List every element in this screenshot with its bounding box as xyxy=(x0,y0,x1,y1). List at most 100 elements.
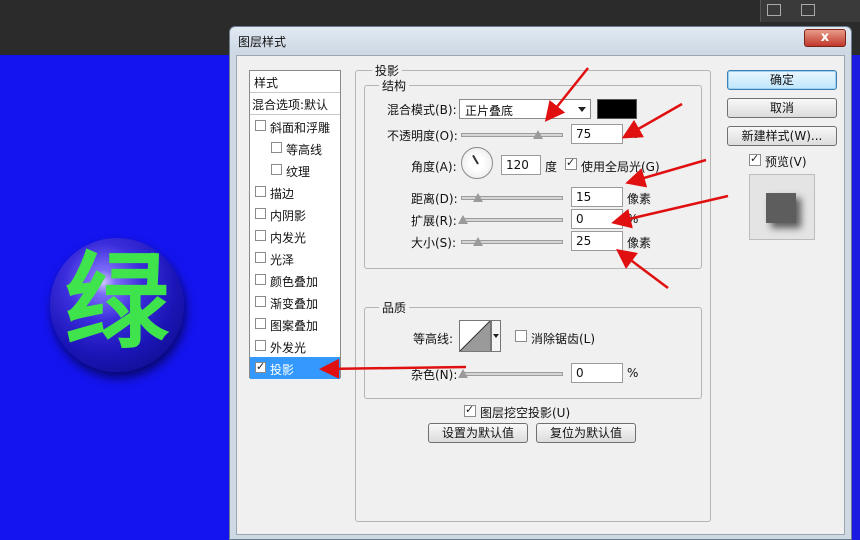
structure-group: 结构 混合模式(B): 正片叠底 不透明度(O): 75 % 角度(A): 12… xyxy=(364,77,702,269)
style-item-pattern-overlay[interactable]: 图案叠加 xyxy=(250,313,340,335)
style-item-outer-glow[interactable]: 外发光 xyxy=(250,335,340,357)
quality-title: 品质 xyxy=(379,299,410,316)
style-item-bevel-emboss[interactable]: 斜面和浮雕 xyxy=(250,115,340,137)
reset-default-button[interactable]: 复位为默认值 xyxy=(536,423,636,443)
ok-button[interactable]: 确定 xyxy=(727,70,837,90)
style-item-label: 斜面和浮雕 xyxy=(270,121,331,135)
angle-dial[interactable] xyxy=(461,147,493,179)
style-item-label: 投影 xyxy=(270,363,295,377)
style-item-label: 颜色叠加 xyxy=(270,275,319,289)
preview-checkbox[interactable] xyxy=(749,152,761,166)
opacity-slider[interactable] xyxy=(461,133,563,137)
style-item-gradient-overlay[interactable]: 渐变叠加 xyxy=(250,291,340,313)
noise-slider-thumb[interactable] xyxy=(458,369,468,378)
knockout-label: 图层挖空投影(U) xyxy=(480,406,571,420)
structure-title: 结构 xyxy=(379,77,410,94)
contour-curve-icon xyxy=(459,320,491,352)
style-item-color-overlay[interactable]: 颜色叠加 xyxy=(250,269,340,291)
style-checkbox[interactable] xyxy=(255,318,266,329)
panel-tab-strip xyxy=(760,0,860,22)
style-item-label: 等高线 xyxy=(286,143,323,157)
style-checkbox[interactable] xyxy=(255,296,266,307)
size-unit: 像素 xyxy=(627,236,652,250)
spread-slider-thumb[interactable] xyxy=(458,215,468,224)
style-item-label: 内阴影 xyxy=(270,209,307,223)
cancel-button[interactable]: 取消 xyxy=(727,98,837,118)
distance-unit: 像素 xyxy=(627,192,652,206)
style-checkbox[interactable] xyxy=(255,230,266,241)
noise-label: 杂色(N): xyxy=(411,368,458,382)
contour-label: 等高线: xyxy=(413,332,454,346)
style-checkbox[interactable] xyxy=(255,208,266,219)
style-item-stroke[interactable]: 描边 xyxy=(250,181,340,203)
style-checkbox[interactable] xyxy=(255,120,266,131)
make-default-button[interactable]: 设置为默认值 xyxy=(428,423,528,443)
spread-slider[interactable] xyxy=(461,218,563,222)
style-checkbox[interactable] xyxy=(271,142,282,153)
style-item-label: 纹理 xyxy=(286,165,311,179)
preview-label: 预览(V) xyxy=(765,155,807,169)
noise-input[interactable]: 0 xyxy=(571,363,623,383)
close-button[interactable]: x xyxy=(804,29,846,47)
dialog-client: 样式 混合选项:默认 斜面和浮雕 等高线 纹理 描边 内阴影 内发光 光泽 颜色… xyxy=(236,55,845,535)
opacity-input[interactable]: 75 xyxy=(571,124,623,144)
panel-icon[interactable] xyxy=(801,4,815,16)
style-checkbox[interactable] xyxy=(255,360,266,373)
shadow-color-swatch[interactable] xyxy=(597,99,637,119)
style-checkbox[interactable] xyxy=(255,252,266,263)
dialog-titlebar[interactable]: 图层样式 x xyxy=(230,27,851,53)
chevron-down-icon xyxy=(578,107,586,112)
style-item-texture[interactable]: 纹理 xyxy=(250,159,340,181)
opacity-unit: % xyxy=(627,127,639,141)
layer-style-dialog: 图层样式 x 样式 混合选项:默认 斜面和浮雕 等高线 纹理 描边 内阴影 内发… xyxy=(229,26,852,540)
distance-slider-thumb[interactable] xyxy=(473,193,483,202)
blend-mode-label: 混合模式(B): xyxy=(387,103,457,117)
panel-icon[interactable] xyxy=(767,4,781,16)
chevron-down-icon xyxy=(493,334,499,338)
close-icon: x xyxy=(820,30,830,45)
contour-picker[interactable] xyxy=(459,320,491,352)
style-checkbox[interactable] xyxy=(255,340,266,351)
style-list-header[interactable]: 样式 xyxy=(250,71,340,93)
preview-thumbnail xyxy=(749,174,815,240)
style-item-label: 描边 xyxy=(270,187,295,201)
angle-unit: 度 xyxy=(545,160,558,174)
angle-input[interactable]: 120 xyxy=(501,155,541,175)
style-item-label: 图案叠加 xyxy=(270,319,319,333)
blend-mode-select[interactable]: 正片叠底 xyxy=(459,99,591,119)
size-slider-thumb[interactable] xyxy=(473,237,483,246)
style-item-label: 光泽 xyxy=(270,253,295,267)
distance-label: 距离(D): xyxy=(411,192,458,206)
style-item-label: 内发光 xyxy=(270,231,307,245)
blend-options-item[interactable]: 混合选项:默认 xyxy=(250,93,340,115)
opacity-label: 不透明度(O): xyxy=(387,129,458,143)
style-item-contour[interactable]: 等高线 xyxy=(250,137,340,159)
spread-input[interactable]: 0 xyxy=(571,209,623,229)
style-checkbox[interactable] xyxy=(271,164,282,175)
anti-alias-checkbox[interactable] xyxy=(515,330,527,342)
quality-group: 品质 等高线: 消除锯齿(L) 杂色(N): 0 % xyxy=(364,299,702,399)
angle-needle-icon xyxy=(472,154,479,165)
style-item-label: 外发光 xyxy=(270,341,307,355)
style-item-inner-shadow[interactable]: 内阴影 xyxy=(250,203,340,225)
size-label: 大小(S): xyxy=(411,236,457,250)
contour-dropdown[interactable] xyxy=(491,320,501,352)
use-global-light-checkbox[interactable] xyxy=(565,156,577,170)
style-checkbox[interactable] xyxy=(255,274,266,285)
green-glyph-ball: 绿 xyxy=(50,238,184,372)
style-item-inner-glow[interactable]: 内发光 xyxy=(250,225,340,247)
spread-unit: % xyxy=(627,212,639,226)
new-style-button[interactable]: 新建样式(W)... xyxy=(727,126,837,146)
preview-shadow-square xyxy=(766,193,796,223)
use-global-light-label: 使用全局光(G) xyxy=(581,160,660,174)
opacity-slider-thumb[interactable] xyxy=(533,130,543,139)
noise-slider[interactable] xyxy=(461,372,563,376)
style-item-satin[interactable]: 光泽 xyxy=(250,247,340,269)
knockout-checkbox[interactable] xyxy=(464,403,476,417)
style-checkbox[interactable] xyxy=(255,186,266,197)
dialog-title: 图层样式 xyxy=(238,35,287,49)
style-item-drop-shadow[interactable]: 投影 xyxy=(250,357,340,379)
distance-input[interactable]: 15 xyxy=(571,187,623,207)
size-input[interactable]: 25 xyxy=(571,231,623,251)
noise-unit: % xyxy=(627,366,639,380)
